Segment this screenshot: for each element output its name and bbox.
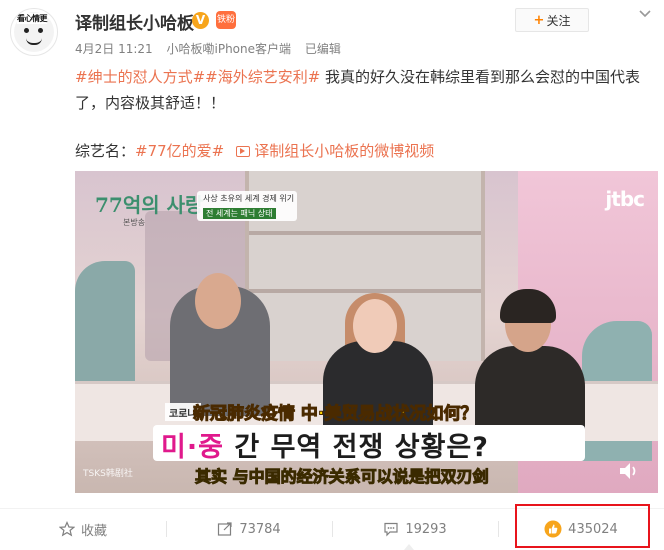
- follow-label: 关注: [546, 13, 571, 28]
- korean-subtitle-rest: 간 무역 전쟁 상황은?: [223, 432, 489, 463]
- video-player[interactable]: 77억의 사랑 본방송 사상 초유의 세계 경제 위기 전 세계는 패닉 상태 …: [75, 171, 658, 493]
- avatar-tag-text: 看心情更: [17, 13, 48, 24]
- video-caption-box: 사상 초유의 세계 경제 위기 전 세계는 패닉 상태: [197, 191, 297, 221]
- plus-icon: +: [533, 12, 545, 28]
- weibo-video-link[interactable]: 译制组长小哈板的微博视频: [254, 142, 434, 160]
- comment-count: 19293: [405, 521, 447, 537]
- post-date[interactable]: 4月2日 11:21: [75, 42, 153, 56]
- caption-line2: 전 세계는 패닉 상태: [203, 208, 276, 219]
- repost-button[interactable]: 73784: [166, 512, 332, 546]
- caption-line1: 사상 초유의 세계 경제 위기: [203, 194, 295, 203]
- channel-logo: jtbc: [605, 187, 645, 211]
- repost-count: 73784: [239, 521, 281, 537]
- verified-badge-icon[interactable]: V: [192, 12, 209, 29]
- post-source: 小哈板嘞iPhone客户端: [166, 42, 292, 56]
- comment-button[interactable]: 19293: [332, 512, 498, 546]
- fan-badge-icon[interactable]: 铁粉: [216, 11, 236, 29]
- like-highlight-annotation: [515, 504, 650, 548]
- post-meta: 4月2日 11:21 小哈板嘞iPhone客户端 已编辑: [75, 40, 351, 57]
- video-korean-subtitle: 미·중 간 무역 전쟁 상황은?: [161, 425, 489, 464]
- variety-topic-link[interactable]: #77亿的爱#: [135, 142, 224, 160]
- post-text: #绅士的怼人方式##海外综艺安利# 我真的好久没在韩综里看到那么会怼的中国代表了…: [75, 64, 650, 116]
- avatar[interactable]: 看心情更: [10, 8, 58, 56]
- korean-subtitle-highlight: 미·중: [161, 432, 224, 463]
- star-icon: [58, 521, 75, 537]
- volume-icon[interactable]: [618, 461, 640, 481]
- edited-label[interactable]: 已编辑: [305, 42, 341, 56]
- favorite-label: 收藏: [80, 523, 107, 539]
- repost-icon: [218, 522, 232, 536]
- video-chinese-subtitle-top: 新冠肺炎疫情 中·美贸易战状况如何？: [192, 404, 478, 425]
- video-watermark: TSKS韩剧社: [83, 469, 133, 479]
- follow-button[interactable]: + 关注: [515, 8, 589, 32]
- video-person-left-head: [195, 273, 241, 329]
- username-link[interactable]: 译制组长小哈板: [75, 9, 194, 34]
- chevron-down-icon[interactable]: [638, 7, 652, 21]
- video-icon: [236, 146, 251, 157]
- show-logo-sub: 본방송: [123, 218, 146, 227]
- show-logo: 77억의 사랑: [95, 193, 204, 217]
- video-chinese-subtitle-bottom: 其实 与中国的经济关系可以说是把双刃剑: [195, 467, 490, 487]
- topic-link[interactable]: #海外综艺安利#: [205, 68, 320, 86]
- variety-line: 综艺名：#77亿的爱# 译制组长小哈板的微博视频: [75, 140, 434, 161]
- comment-icon: [384, 522, 398, 537]
- video-person-center-head: [353, 299, 397, 353]
- favorite-button[interactable]: 收藏: [0, 512, 166, 546]
- topic-link[interactable]: #绅士的怼人方式#: [75, 68, 205, 86]
- variety-label: 综艺名：: [75, 142, 136, 160]
- comment-caret-icon: [404, 544, 414, 550]
